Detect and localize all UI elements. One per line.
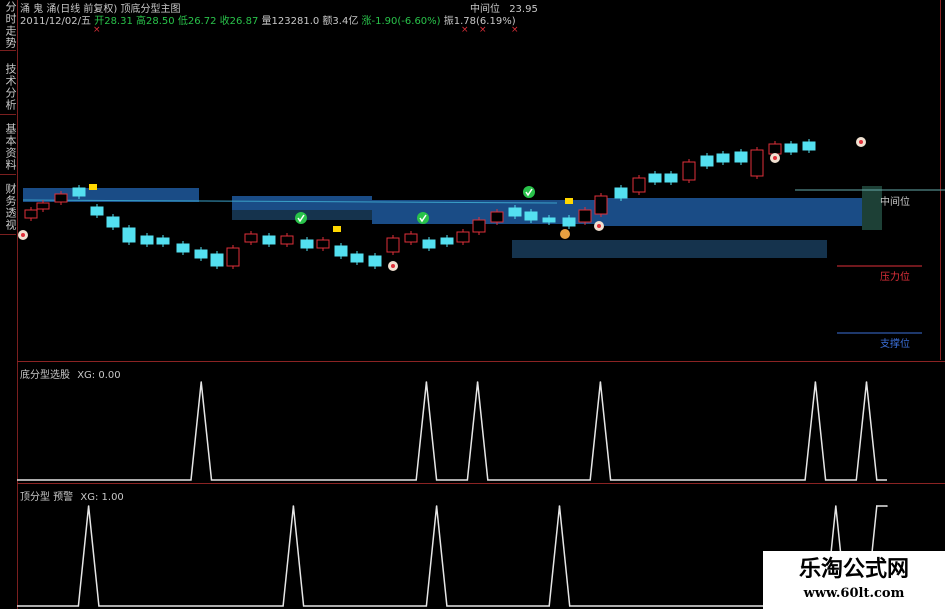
candle-body xyxy=(456,231,470,243)
yellow-flag-icon xyxy=(565,198,573,204)
tab-technical-analysis[interactable]: 技术分析 xyxy=(0,60,17,115)
bottom-fractal-indicator[interactable] xyxy=(17,362,945,482)
red-x-mark: × xyxy=(93,25,101,35)
candle-body xyxy=(734,151,748,163)
candle-body xyxy=(210,253,224,267)
red-dot xyxy=(391,264,395,268)
price-zone xyxy=(232,196,372,210)
signal-peak-point xyxy=(435,505,438,507)
candle-body xyxy=(784,143,798,153)
signal-peak-point xyxy=(87,505,90,507)
support-level-tag: 支撑位 xyxy=(880,339,910,350)
candle-body xyxy=(716,153,730,163)
candle-body xyxy=(490,211,504,223)
candle-body xyxy=(802,141,816,151)
signal-peak-point xyxy=(886,505,888,507)
tab-financial-view[interactable]: 财务透视 xyxy=(0,180,17,235)
candle-body xyxy=(440,237,454,245)
fractal-markers: × × × × xyxy=(18,25,866,271)
signal-peak-point xyxy=(835,505,837,507)
candle-body xyxy=(300,239,314,249)
signal-peak-point xyxy=(865,381,868,383)
candle-body xyxy=(54,193,68,203)
red-dot xyxy=(859,140,863,144)
signal-peak-point xyxy=(292,505,295,507)
candle-body xyxy=(750,149,764,177)
candle-body xyxy=(36,202,50,210)
support-resistance-zones xyxy=(22,186,882,258)
green-check-circle-icon xyxy=(523,186,535,198)
signal-peak-point xyxy=(425,381,428,383)
yellow-flag-icon xyxy=(333,226,341,232)
candle-body xyxy=(472,219,486,233)
site-watermark: 乐淘公式网 www.60lt.com xyxy=(763,551,945,609)
red-x-mark: × xyxy=(461,25,469,35)
yellow-flag-icon xyxy=(89,184,97,190)
candle-body xyxy=(334,245,348,257)
candle-body xyxy=(280,235,294,245)
candle-body xyxy=(508,207,522,217)
signal-peak-point xyxy=(200,381,203,383)
candle-body xyxy=(386,237,400,253)
candle-body xyxy=(524,211,538,221)
signal-peak-point xyxy=(558,505,561,507)
signal-peak-point xyxy=(814,381,817,383)
candle-body xyxy=(594,195,608,215)
orange-marker-icon xyxy=(560,229,570,239)
red-dot xyxy=(773,156,777,160)
price-zone xyxy=(512,240,827,258)
mid-level-tag: 中间位 xyxy=(880,197,910,208)
price-zone xyxy=(602,198,862,226)
candle-body xyxy=(106,216,120,228)
candle-body xyxy=(404,233,418,243)
candle-body xyxy=(422,239,436,249)
red-x-mark: × xyxy=(479,25,487,35)
candle-body xyxy=(664,173,678,183)
candle-body xyxy=(614,187,628,199)
green-check-circle-icon xyxy=(417,212,429,224)
candle-body xyxy=(578,209,592,223)
signal-peak-point xyxy=(599,381,602,383)
candle-body xyxy=(244,233,258,243)
candle-body xyxy=(350,253,364,263)
candle-body xyxy=(226,247,240,267)
candle-body xyxy=(648,173,662,183)
candle-body xyxy=(72,187,86,197)
price-zone xyxy=(862,186,882,230)
candle-body xyxy=(562,217,576,227)
indicator-line xyxy=(17,381,887,481)
candle-body xyxy=(122,227,136,243)
candle-body xyxy=(262,235,276,245)
candle-body xyxy=(90,206,104,216)
tab-company-profile[interactable]: 基本资料 xyxy=(0,120,17,175)
candle-body xyxy=(542,217,556,223)
red-dot xyxy=(21,233,25,237)
red-dot xyxy=(597,224,601,228)
candle-body xyxy=(700,155,714,167)
signal-peak-point xyxy=(476,381,479,383)
price-chart[interactable]: × × × × xyxy=(17,0,945,360)
candle-body xyxy=(24,209,38,219)
candle-body xyxy=(194,249,208,259)
candle-body xyxy=(632,177,646,193)
candle-body xyxy=(140,235,154,245)
green-check-circle-icon xyxy=(295,212,307,224)
candle-body xyxy=(156,237,170,245)
candle-body xyxy=(176,243,190,253)
candle-body xyxy=(316,239,330,249)
watermark-url: www.60lt.com xyxy=(803,586,905,601)
pressure-level-tag: 压力位 xyxy=(880,272,910,283)
sidebar: 分时走势 技术分析 基本资料 财务透视 xyxy=(0,0,18,609)
watermark-title: 乐淘公式网 xyxy=(798,557,909,582)
indicator-line xyxy=(17,505,887,607)
candle-body xyxy=(368,255,382,267)
red-x-mark: × xyxy=(511,25,519,35)
candle-body xyxy=(682,161,696,181)
signal-peak-point xyxy=(875,505,878,507)
tab-intraday[interactable]: 分时走势 xyxy=(0,0,17,51)
candle-body xyxy=(768,143,782,155)
